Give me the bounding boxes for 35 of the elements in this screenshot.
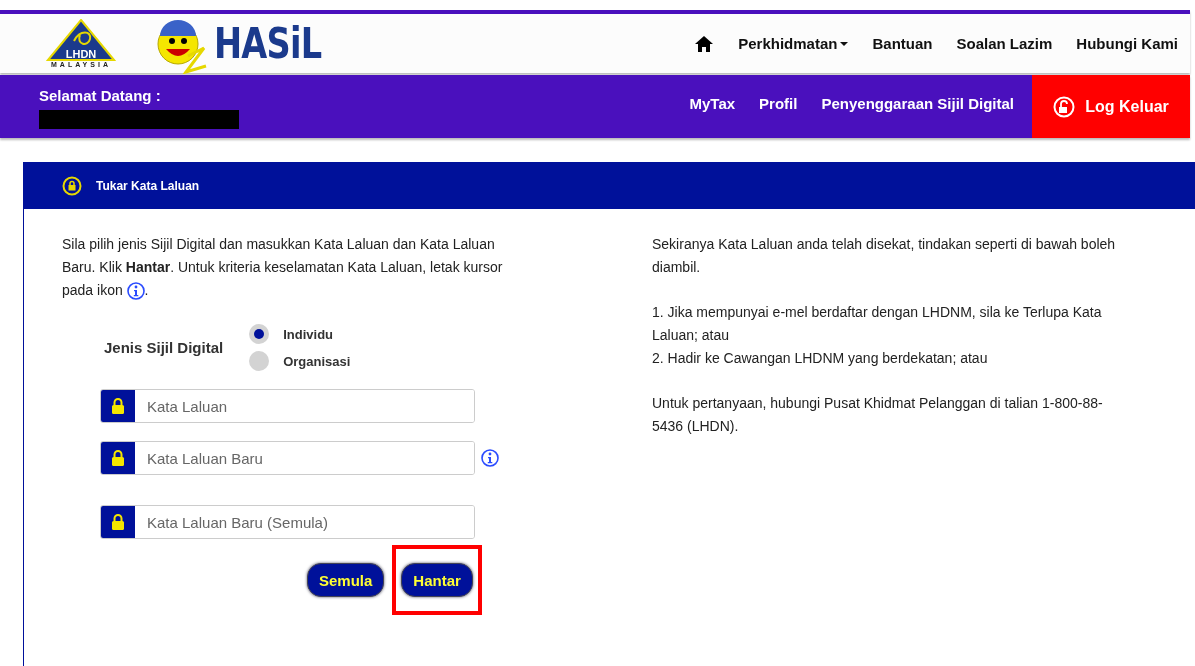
nav-link[interactable]: Perkhidmatan: [738, 35, 849, 52]
radio-icon[interactable]: [249, 324, 270, 344]
info-icon[interactable]: [481, 449, 499, 467]
help-text: Sekiranya Kata Laluan anda telah disekat, tindakan seperti di bawah boleh diambil.: [652, 235, 1117, 277]
radio-icon[interactable]: [249, 351, 270, 371]
triangle-emblem-icon: [46, 19, 116, 61]
password-field[interactable]: Kata Laluan Baru (Semula): [100, 505, 475, 539]
panel-title: Tukar Kata Laluan: [96, 178, 200, 193]
info-icon[interactable]: [126, 282, 145, 301]
reset-button[interactable]: Semula: [307, 563, 385, 597]
menu-link[interactable]: Profil: [759, 95, 798, 112]
certificate-type-label: Jenis Sijil Digital: [104, 339, 224, 356]
menu-link[interactable]: Penyenggaraan Sijil Digital: [821, 95, 1014, 112]
nav-link[interactable]: Bantuan: [872, 35, 933, 52]
help-text: 1. Jika mempunyai e-mel berdaftar dengan LHDNM, sila ke Terlupa Kata Laluan; atau 2. Hadir ke Cawangan LHDNM yang berdekatan; atau: [652, 303, 1103, 368]
nav-link[interactable]: Hubungi Kami: [1076, 35, 1178, 52]
radio-option[interactable]: Organisasi: [249, 351, 351, 371]
lock-icon: [111, 514, 125, 530]
logout-button[interactable]: Log Keluar: [1032, 75, 1190, 138]
password-field[interactable]: Kata Laluan Baru: [100, 441, 475, 475]
logo-text: LHDN: [65, 48, 97, 60]
radio-option[interactable]: Individu: [249, 324, 351, 344]
password-field[interactable]: Kata Laluan: [100, 389, 475, 423]
lock-icon: [62, 175, 82, 196]
nav-link[interactable]: Soalan Lazim: [956, 35, 1053, 52]
brand-logo: HASiL: [214, 22, 322, 65]
lock-icon: [111, 450, 125, 466]
submit-button[interactable]: Hantar: [401, 563, 473, 597]
home-icon[interactable]: [694, 34, 715, 53]
help-text: Untuk pertanyaan, hubungi Pusat Khidmat Pelanggan di talian 1-800-88-5436 (LHDN).: [652, 394, 1104, 436]
instruction-text: Sila pilih jenis Sijil Digital dan masukkan Kata Laluan dan Kata Laluan Baru. Klik Hantar. Untuk kriteria keselamatan Kata Laluan, letak kursor pada ikon .: [62, 233, 522, 302]
welcome-text: Selamat Datang :: [39, 87, 162, 104]
unlock-icon: [1053, 95, 1076, 118]
menu-link[interactable]: MyTax: [689, 95, 736, 112]
lock-icon: [111, 398, 125, 414]
